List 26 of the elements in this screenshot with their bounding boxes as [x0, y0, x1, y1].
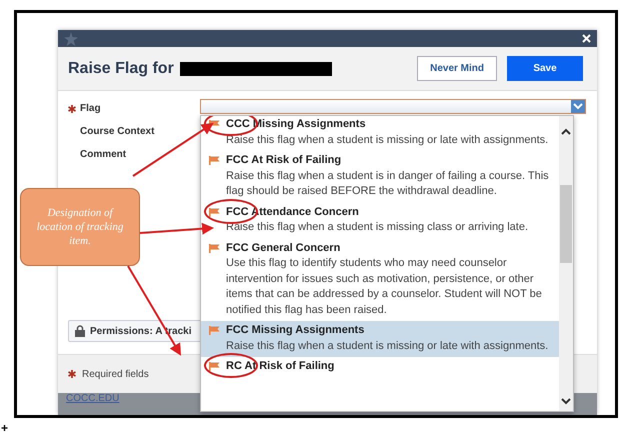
flag-option[interactable]: FCC Missing Assignments Raise this flag when a student is missing or late with assignments.: [201, 321, 559, 357]
lock-icon: [75, 325, 85, 337]
flag-icon: [209, 208, 220, 216]
star-logo-icon: [64, 32, 78, 46]
field-label: Flag: [80, 103, 101, 114]
cancel-button[interactable]: Never Mind: [417, 56, 497, 81]
scrollbar[interactable]: [559, 116, 573, 411]
flag-select[interactable]: [200, 99, 586, 114]
close-icon[interactable]: [582, 34, 591, 43]
scroll-up-icon[interactable]: [561, 128, 571, 135]
field-label: Comment: [80, 149, 126, 160]
flag-icon: [209, 326, 220, 335]
flag-icon: [209, 156, 220, 165]
scrollbar-thumb[interactable]: [560, 185, 572, 263]
callout-text: Designation of location of tracking item.: [36, 206, 124, 248]
field-label: Course Context: [80, 126, 154, 137]
save-button[interactable]: Save: [507, 56, 583, 81]
dialog-title: Raise Flag for: [68, 60, 174, 78]
required-note: Required fields: [82, 368, 149, 380]
required-asterisk-icon: [68, 370, 76, 378]
flag-icon: [209, 362, 220, 371]
required-asterisk-icon: [68, 104, 76, 112]
flag-icon: [209, 244, 220, 252]
scroll-down-icon[interactable]: [561, 398, 571, 405]
corner-mark: +: [1, 421, 8, 435]
dropdown-caret-icon[interactable]: [573, 103, 583, 110]
